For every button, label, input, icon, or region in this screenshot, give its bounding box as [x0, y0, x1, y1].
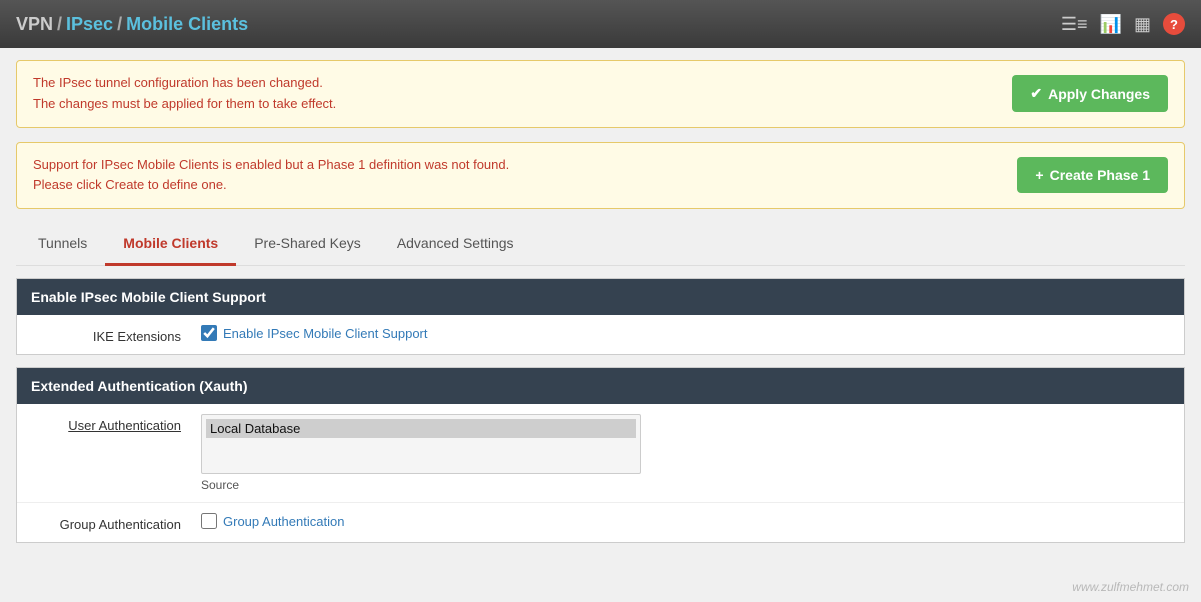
- user-auth-control: Local Database Source: [197, 414, 1184, 492]
- group-auth-checkbox[interactable]: [201, 513, 217, 529]
- alert-line1: The IPsec tunnel configuration has been …: [33, 73, 336, 94]
- alert-phase1-text: Support for IPsec Mobile Clients is enab…: [33, 155, 509, 197]
- ipsec-mobile-header: Enable IPsec Mobile Client Support: [17, 279, 1184, 315]
- breadcrumb-ipsec[interactable]: IPsec: [66, 14, 113, 35]
- tab-mobile-clients[interactable]: Mobile Clients: [105, 223, 236, 266]
- breadcrumb-vpn[interactable]: VPN: [16, 14, 53, 35]
- ipsec-mobile-panel: Enable IPsec Mobile Client Support IKE E…: [16, 278, 1185, 355]
- alert-no-phase1: Support for IPsec Mobile Clients is enab…: [16, 142, 1185, 210]
- checkmark-icon: ✔: [1030, 85, 1042, 102]
- xauth-panel: Extended Authentication (Xauth) User Aut…: [16, 367, 1185, 543]
- ike-checkbox-label[interactable]: Enable IPsec Mobile Client Support: [201, 325, 1184, 341]
- help-icon[interactable]: ?: [1163, 13, 1185, 35]
- create-phase1-label: Create Phase 1: [1050, 167, 1150, 183]
- topbar-icons: ☰≡ 📊 ▦ ?: [1061, 13, 1185, 35]
- source-label: Source: [201, 478, 1184, 492]
- ike-checkbox[interactable]: [201, 325, 217, 341]
- alert-phase1-line1: Support for IPsec Mobile Clients is enab…: [33, 155, 509, 176]
- apply-changes-button[interactable]: ✔ Apply Changes: [1012, 75, 1168, 112]
- tabs: Tunnels Mobile Clients Pre-Shared Keys A…: [16, 223, 1185, 266]
- group-auth-checkbox-label[interactable]: Group Authentication: [201, 513, 1184, 529]
- watermark: www.zulfmehmet.com: [1072, 580, 1189, 594]
- group-auth-control: Group Authentication: [197, 513, 1184, 529]
- tab-tunnels[interactable]: Tunnels: [20, 223, 105, 266]
- chart-icon[interactable]: 📊: [1100, 14, 1122, 35]
- sliders-icon[interactable]: ☰≡: [1061, 14, 1088, 35]
- alert-phase1-line2: Please click Create to define one.: [33, 175, 509, 196]
- topbar: VPN / IPsec / Mobile Clients ☰≡ 📊 ▦ ?: [0, 0, 1201, 48]
- group-auth-label: Group Authentication: [17, 513, 197, 532]
- alert-config-changed: The IPsec tunnel configuration has been …: [16, 60, 1185, 128]
- group-auth-row: Group Authentication Group Authenticatio…: [17, 503, 1184, 542]
- apply-changes-label: Apply Changes: [1048, 86, 1150, 102]
- plus-icon: +: [1035, 167, 1043, 183]
- ike-extensions-row: IKE Extensions Enable IPsec Mobile Clien…: [17, 315, 1184, 354]
- ike-extensions-control: Enable IPsec Mobile Client Support: [197, 325, 1184, 341]
- group-auth-checkbox-text: Group Authentication: [223, 514, 344, 529]
- user-auth-label[interactable]: User Authentication: [17, 414, 197, 433]
- breadcrumb-sep2: /: [117, 14, 122, 35]
- breadcrumb-mobile-clients[interactable]: Mobile Clients: [126, 14, 248, 35]
- ike-checkbox-text: Enable IPsec Mobile Client Support: [223, 326, 428, 341]
- tab-advanced-settings[interactable]: Advanced Settings: [379, 223, 532, 266]
- alert-line2: The changes must be applied for them to …: [33, 94, 336, 115]
- alert-config-text: The IPsec tunnel configuration has been …: [33, 73, 336, 115]
- main-content: The IPsec tunnel configuration has been …: [0, 48, 1201, 555]
- breadcrumb-sep1: /: [57, 14, 62, 35]
- user-auth-row: User Authentication Local Database Sourc…: [17, 404, 1184, 503]
- ike-extensions-label: IKE Extensions: [17, 325, 197, 344]
- xauth-header: Extended Authentication (Xauth): [17, 368, 1184, 404]
- breadcrumb: VPN / IPsec / Mobile Clients: [16, 14, 248, 35]
- tab-pre-shared-keys[interactable]: Pre-Shared Keys: [236, 223, 379, 266]
- user-auth-select[interactable]: Local Database: [201, 414, 641, 474]
- table-icon[interactable]: ▦: [1134, 14, 1151, 35]
- create-phase1-button[interactable]: + Create Phase 1: [1017, 157, 1168, 193]
- user-auth-option-local-db[interactable]: Local Database: [206, 419, 636, 438]
